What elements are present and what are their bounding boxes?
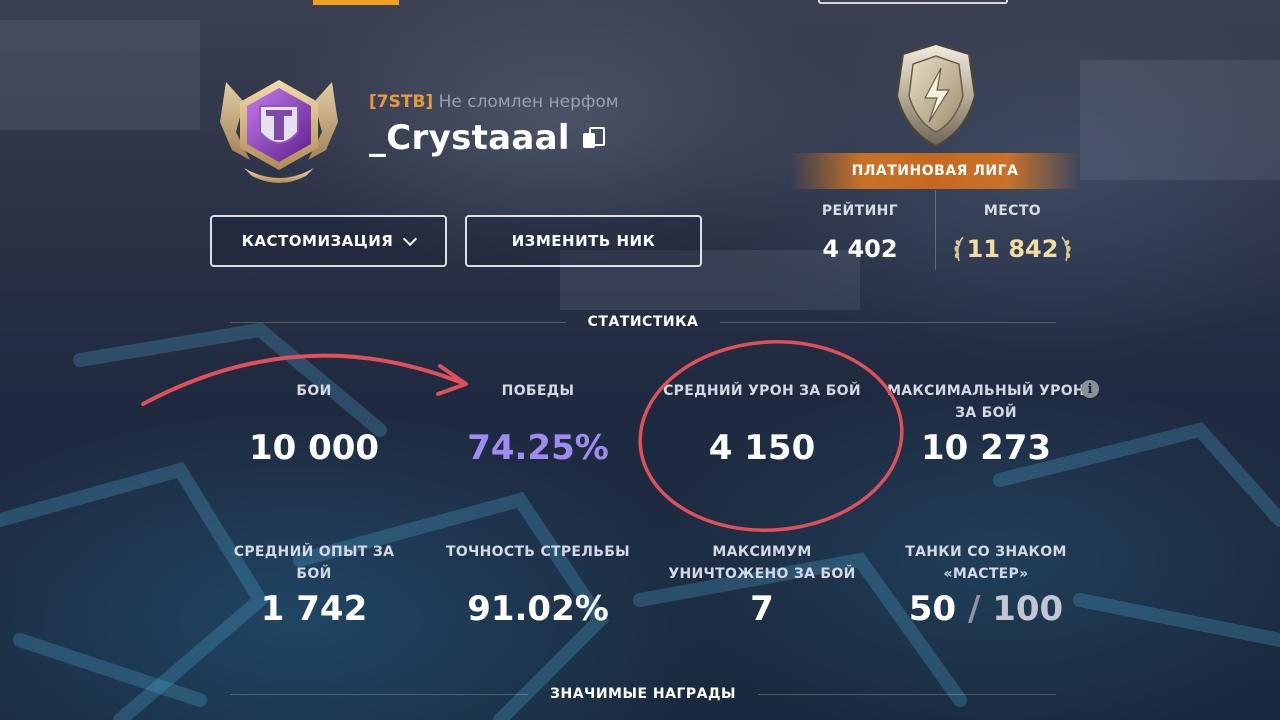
stat-label: МАКСИМУМ УНИЧТОЖЕНО ЗА БОЙ — [668, 544, 856, 582]
rank-divider — [935, 190, 936, 270]
stat-value: 7 — [750, 589, 774, 629]
clan-line: [7STB] Не сломлен нерфом — [369, 92, 619, 112]
stat-avg-xp: СРЕДНИЙ ОПЫТ ЗА БОЙ 1 742 — [214, 541, 414, 629]
stat-max-damage: МАКСИМАЛЬНЫЙ УРОН ЗА БОЙ 10 273 — [886, 380, 1086, 468]
stat-battles: БОИ 10 000 — [214, 380, 414, 468]
stat-value: 91.02% — [467, 589, 609, 629]
stat-label: ТОЧНОСТЬ СТРЕЛЬБЫ — [446, 544, 630, 560]
place-value: 11 842 — [966, 235, 1059, 263]
top-button-edge[interactable] — [818, 0, 1008, 4]
awards-title: ЗНАЧИМЫЕ НАГРАДЫ — [550, 686, 736, 702]
chevron-down-icon — [403, 231, 418, 246]
stat-value: 74.25% — [467, 428, 609, 468]
stat-label: СРЕДНИЙ ОПЫТ ЗА БОЙ — [233, 544, 395, 582]
laurel-left-icon — [954, 236, 964, 262]
background-scene — [0, 20, 1280, 720]
stat-avg-damage: СРЕДНИЙ УРОН ЗА БОЙ 4 150 — [662, 380, 862, 468]
place-value-row: 11 842 — [940, 235, 1085, 263]
stat-label: БОИ — [296, 383, 332, 399]
annotation-overlay — [141, 340, 904, 532]
clan-name: Не сломлен нерфом — [438, 92, 619, 112]
league-name: ПЛАТИНОВАЯ ЛИГА — [790, 153, 1080, 189]
laurel-right-icon — [1061, 236, 1071, 262]
mastery-total: 100 — [992, 589, 1064, 629]
platinum-league-badge-icon — [895, 42, 977, 148]
place-label: МЕСТО — [983, 203, 1042, 219]
place-block: МЕСТО 11 842 — [940, 203, 1085, 263]
stat-value: 50 / 100 — [908, 589, 1064, 629]
mastery-count: 50 — [908, 589, 957, 629]
player-nickname: _Crystaaal — [369, 118, 570, 158]
clan-tag[interactable]: [7STB] — [369, 92, 433, 112]
copy-icon[interactable] — [582, 127, 605, 149]
change-nick-button[interactable]: ИЗМЕНИТЬ НИК — [465, 215, 702, 267]
stat-mastery-tanks: ТАНКИ СО ЗНАКОМ «МАСТЕР» 50 / 100 — [886, 541, 1086, 629]
stat-label: МАКСИМАЛЬНЫЙ УРОН ЗА БОЙ — [887, 383, 1085, 421]
customize-button-label: КАСТОМИЗАЦИЯ — [241, 232, 394, 250]
info-icon[interactable]: i — [1081, 380, 1099, 398]
stat-label: ПОБЕДЫ — [501, 383, 575, 399]
customize-button[interactable]: КАСТОМИЗАЦИЯ — [210, 215, 447, 267]
stat-value: 4 150 — [708, 428, 816, 468]
stat-max-destroyed: МАКСИМУМ УНИЧТОЖЕНО ЗА БОЙ 7 — [662, 541, 862, 629]
active-tab-indicator — [313, 0, 399, 5]
stat-value: 10 273 — [920, 428, 1052, 468]
stat-label: ТАНКИ СО ЗНАКОМ «МАСТЕР» — [905, 544, 1067, 582]
stat-wins: ПОБЕДЫ 74.25% — [438, 380, 638, 468]
stat-value: 1 742 — [260, 589, 368, 629]
rating-label: РЕЙТИНГ — [821, 203, 899, 219]
player-rank-emblem-icon — [220, 80, 338, 183]
rating-value: 4 402 — [822, 235, 898, 263]
statistics-title: СТАТИСТИКА — [587, 314, 699, 330]
awards-header: ЗНАЧИМЫЕ НАГРАДЫ — [230, 686, 1057, 702]
stat-value: 10 000 — [248, 428, 380, 468]
stat-accuracy: ТОЧНОСТЬ СТРЕЛЬБЫ 91.02% — [438, 541, 638, 629]
statistics-header: СТАТИСТИКА — [230, 314, 1056, 330]
stat-label: СРЕДНИЙ УРОН ЗА БОЙ — [663, 383, 861, 399]
player-info: [7STB] Не сломлен нерфом _Crystaaal — [369, 92, 619, 158]
change-nick-button-label: ИЗМЕНИТЬ НИК — [511, 232, 656, 250]
rating-block: РЕЙТИНГ 4 402 — [800, 203, 920, 263]
